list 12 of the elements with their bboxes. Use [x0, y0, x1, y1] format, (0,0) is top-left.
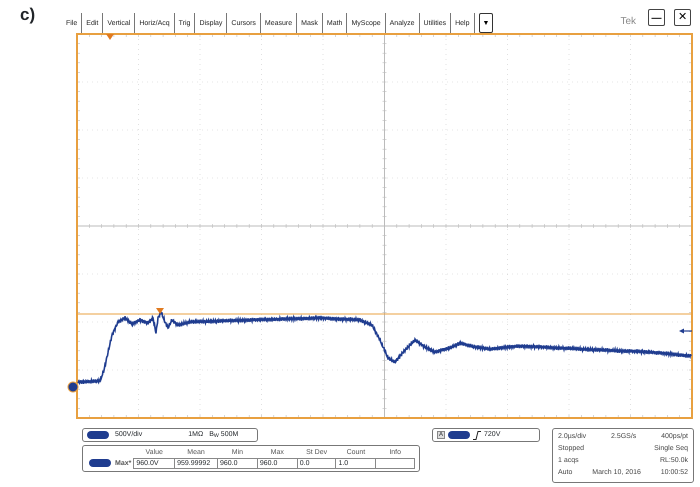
figure-label: c) — [19, 4, 36, 26]
rising-edge-icon — [473, 430, 482, 440]
minimize-button[interactable]: — — [648, 9, 665, 26]
measurement-icon — [89, 459, 111, 467]
channel-icon — [87, 431, 109, 439]
trigger-level-arrow-icon[interactable] — [679, 328, 692, 334]
trigger-position-marker[interactable] — [106, 34, 114, 40]
channel-icon — [448, 431, 470, 439]
close-button[interactable]: ✕ — [674, 9, 691, 26]
channel-ground-marker[interactable] — [68, 382, 78, 392]
brand-logo: Tek — [620, 15, 636, 29]
trigger-point-marker — [156, 308, 164, 314]
